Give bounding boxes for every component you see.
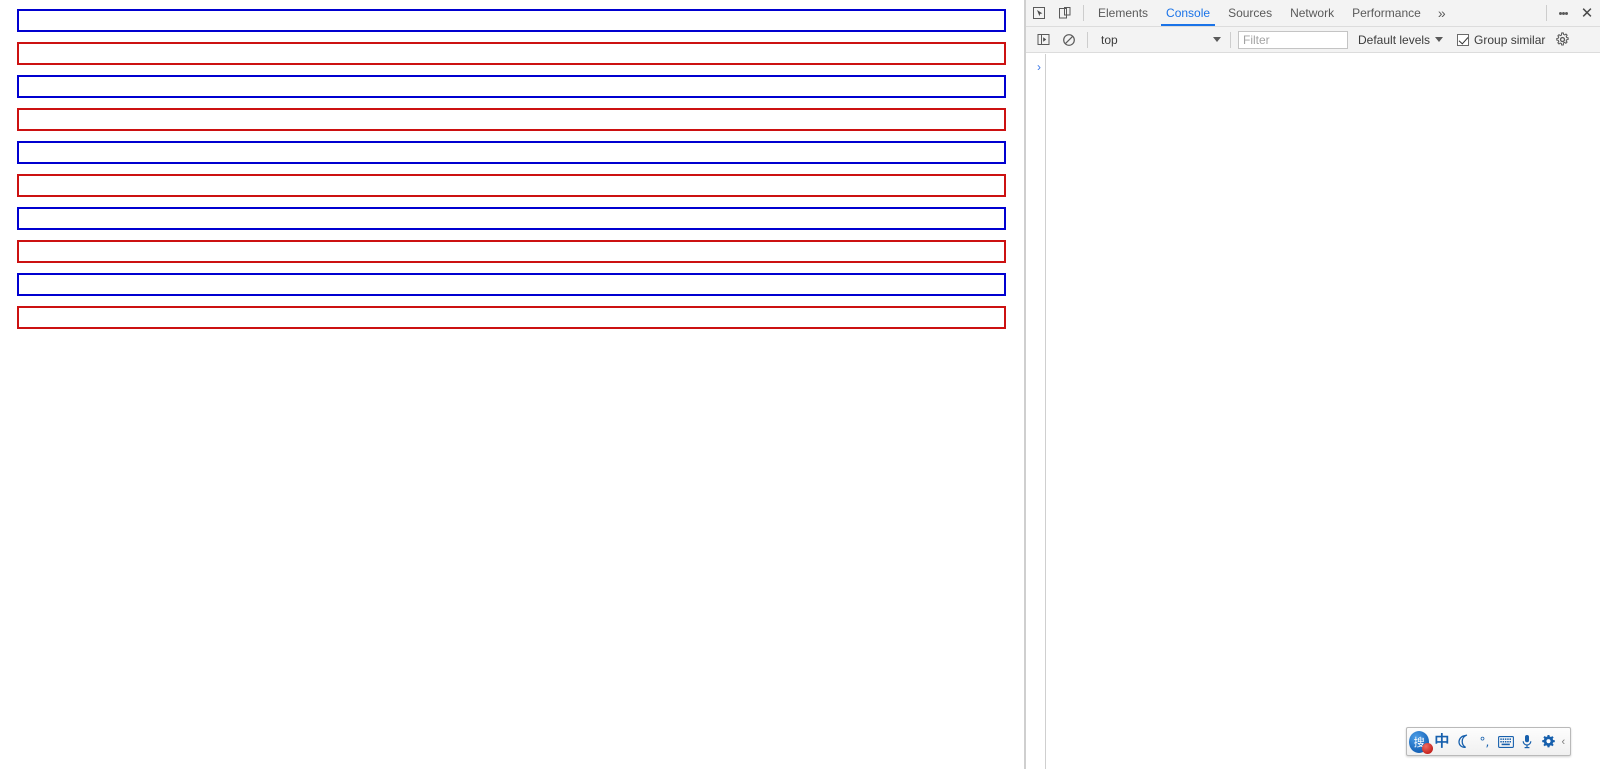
console-filter-input[interactable] bbox=[1238, 30, 1348, 49]
toolbar-divider-right bbox=[1546, 5, 1547, 21]
bar-row bbox=[17, 141, 1006, 164]
bar-row bbox=[17, 174, 1006, 197]
bar-row bbox=[17, 306, 1006, 329]
clear-console-icon[interactable] bbox=[1056, 27, 1082, 52]
more-tabs-chevron-icon[interactable]: » bbox=[1430, 0, 1454, 26]
console-toolbar-divider-2 bbox=[1230, 31, 1231, 48]
bar-row bbox=[17, 42, 1006, 65]
ime-soft-keyboard-button[interactable] bbox=[1495, 729, 1516, 754]
ime-halfwidth-glyph: °, bbox=[1479, 734, 1490, 749]
log-levels-label: Default levels bbox=[1358, 32, 1431, 47]
sogou-ime-toolbar[interactable]: 搜 中 °, ‹ bbox=[1406, 727, 1571, 756]
tab-performance[interactable]: Performance bbox=[1343, 0, 1430, 26]
bar-row bbox=[17, 75, 1006, 98]
console-log-levels-selector[interactable]: Default levels bbox=[1354, 30, 1447, 49]
screen: Elements Console Sources Network Perform… bbox=[0, 0, 1600, 769]
bar-row bbox=[17, 240, 1006, 263]
tab-elements[interactable]: Elements bbox=[1089, 0, 1157, 26]
tab-sources[interactable]: Sources bbox=[1219, 0, 1281, 26]
bar-row bbox=[17, 207, 1006, 230]
console-sidebar-icon[interactable] bbox=[1030, 27, 1056, 52]
ime-mode-chinese-button[interactable]: 中 bbox=[1431, 729, 1452, 754]
console-message-area[interactable]: › bbox=[1026, 54, 1600, 769]
console-settings-gear-icon[interactable] bbox=[1551, 29, 1573, 51]
chevron-down-icon bbox=[1435, 37, 1444, 42]
console-prompt-input[interactable] bbox=[1050, 60, 1592, 74]
devtools-panel: Elements Console Sources Network Perform… bbox=[1026, 0, 1600, 769]
execution-context-label: top bbox=[1101, 32, 1118, 47]
prompt-arrow-icon: › bbox=[1037, 60, 1041, 74]
keyboard-icon bbox=[1497, 735, 1514, 748]
chevron-down-icon bbox=[1213, 37, 1221, 42]
ime-punctuation-button[interactable] bbox=[1453, 729, 1474, 754]
inspect-element-icon[interactable] bbox=[1026, 1, 1052, 26]
console-prompt[interactable]: › bbox=[1032, 58, 1592, 76]
bar-row bbox=[17, 108, 1006, 131]
bar-row bbox=[17, 9, 1006, 32]
console-gutter-line bbox=[1045, 54, 1046, 769]
ime-halfwidth-button[interactable]: °, bbox=[1474, 729, 1495, 754]
bar-stack bbox=[17, 9, 1006, 339]
ime-settings-button[interactable] bbox=[1537, 729, 1558, 754]
tab-console[interactable]: Console bbox=[1157, 0, 1219, 26]
group-similar-label: Group similar bbox=[1474, 32, 1546, 47]
browser-page-viewport bbox=[0, 0, 1024, 769]
group-similar-checkbox[interactable] bbox=[1457, 33, 1470, 46]
group-similar-toggle[interactable]: Group similar bbox=[1457, 33, 1545, 47]
ime-logo-icon[interactable]: 搜 bbox=[1409, 730, 1434, 754]
gear-icon bbox=[1541, 734, 1555, 748]
moon-icon bbox=[1458, 734, 1467, 748]
ime-voice-input-button[interactable] bbox=[1516, 729, 1537, 754]
tab-network[interactable]: Network bbox=[1281, 0, 1343, 26]
ime-collapse-chevron-icon[interactable]: ‹ bbox=[1559, 736, 1568, 748]
ime-mode-chinese-glyph: 中 bbox=[1434, 732, 1450, 750]
bar-row bbox=[17, 273, 1006, 296]
device-toolbar-icon[interactable] bbox=[1052, 1, 1078, 26]
microphone-icon bbox=[1522, 735, 1532, 749]
toolbar-divider bbox=[1083, 5, 1084, 21]
console-toolbar: top Default levels Group similar bbox=[1026, 27, 1600, 53]
execution-context-selector[interactable]: top bbox=[1097, 30, 1225, 49]
console-toolbar-divider bbox=[1087, 31, 1088, 48]
close-devtools-icon[interactable]: ✕ bbox=[1574, 1, 1600, 25]
customize-devtools-kebab-icon[interactable] bbox=[1552, 1, 1574, 25]
devtools-tabbar: Elements Console Sources Network Perform… bbox=[1026, 0, 1600, 27]
